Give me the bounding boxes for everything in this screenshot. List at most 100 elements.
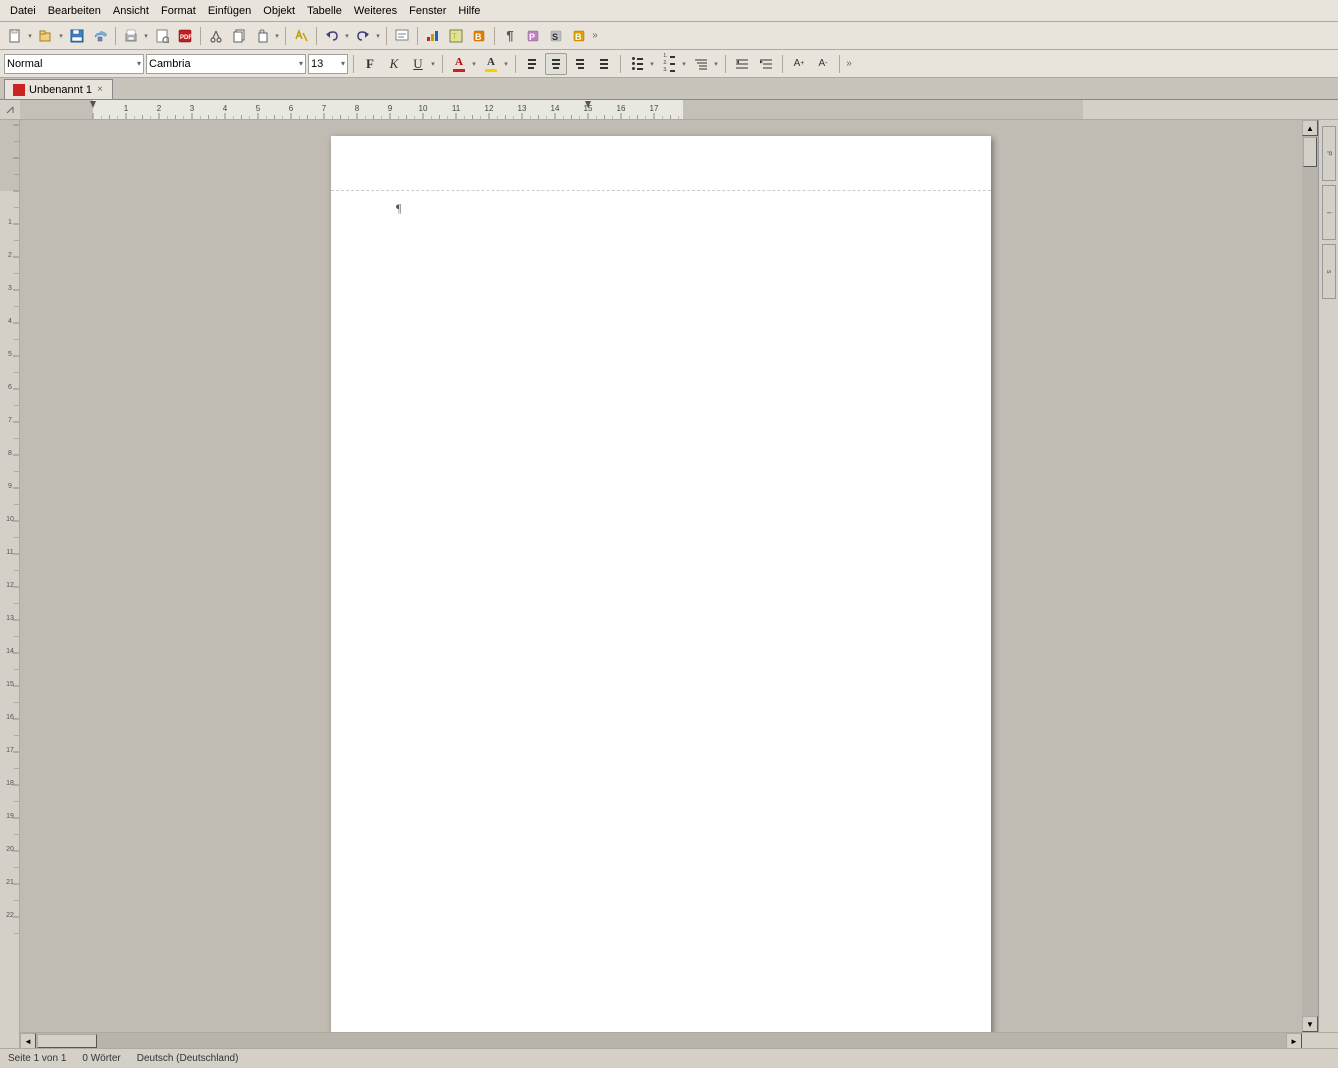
unordered-list-group: ▾ <box>626 53 656 75</box>
align-justify-button[interactable] <box>593 53 615 75</box>
document-tab[interactable]: Unbenannt 1 × <box>4 79 113 99</box>
italic-button[interactable]: K <box>383 53 405 75</box>
ruler-corner[interactable] <box>0 100 20 120</box>
scrollbar-thumb[interactable] <box>1303 137 1317 167</box>
align-justify-icon <box>597 56 611 72</box>
svg-text:13: 13 <box>518 104 527 113</box>
scrollbar-track[interactable] <box>1302 136 1318 1016</box>
menu-datei[interactable]: Datei <box>4 3 42 19</box>
tab-close-button[interactable]: × <box>96 84 104 95</box>
align-right-button[interactable] <box>569 53 591 75</box>
more-toolbar-arrow[interactable]: » <box>591 25 599 47</box>
highlight-button[interactable]: A <box>480 53 502 75</box>
copy-button[interactable] <box>228 25 250 47</box>
print-dropdown-arrow[interactable]: ▾ <box>142 25 150 47</box>
font-size-up-button[interactable]: A+ <box>788 53 810 75</box>
paragraph-marks-btn[interactable]: ¶ <box>499 25 521 47</box>
ordered-list-arrow[interactable]: ▾ <box>680 53 688 75</box>
open-button[interactable] <box>35 25 57 47</box>
more-formatting-arrow[interactable]: » <box>845 53 853 75</box>
font-value: Cambria <box>149 58 297 70</box>
font-color-arrow[interactable]: ▾ <box>470 53 478 75</box>
unordered-list-arrow[interactable]: ▾ <box>648 53 656 75</box>
align-center-icon <box>549 56 563 72</box>
color-bar-yellow <box>485 69 497 72</box>
undo-button[interactable] <box>321 25 343 47</box>
scroll-down-button[interactable]: ▼ <box>1302 1016 1318 1032</box>
decrease-indent-button[interactable] <box>731 53 753 75</box>
menu-einfuegen[interactable]: Einfügen <box>202 3 257 19</box>
align-center-button[interactable] <box>545 53 567 75</box>
sidebar-handle-2[interactable]: i <box>1322 185 1336 240</box>
tab-icon <box>13 84 25 96</box>
menu-tabelle[interactable]: Tabelle <box>301 3 348 19</box>
paste-group: ▾ <box>251 25 281 47</box>
h-scrollbar-track[interactable] <box>36 1033 1286 1048</box>
menu-bearbeiten[interactable]: Bearbeiten <box>42 3 107 19</box>
svg-text:16: 16 <box>617 104 626 113</box>
letter-p-btn[interactable]: P <box>522 25 544 47</box>
unordered-list-button[interactable] <box>626 53 648 75</box>
increase-indent-button[interactable] <box>755 53 777 75</box>
right-scrollbar: ▲ ▼ <box>1302 120 1318 1032</box>
h-scrollbar-thumb[interactable] <box>37 1034 97 1048</box>
font-dropdown[interactable]: Cambria ▾ <box>146 54 306 74</box>
undo-dropdown-arrow[interactable]: ▾ <box>343 25 351 47</box>
print-button[interactable] <box>120 25 142 47</box>
svg-text:16: 16 <box>6 714 14 721</box>
underline-button[interactable]: U <box>407 53 429 75</box>
new-button[interactable] <box>4 25 26 47</box>
ordered-list-button[interactable]: 1. 2. 3. <box>658 53 680 75</box>
align-left-button[interactable] <box>521 53 543 75</box>
sidebar-handle-1[interactable]: P <box>1322 126 1336 181</box>
menu-hilfe[interactable]: Hilfe <box>452 3 486 19</box>
sidebar-handle-3[interactable]: s <box>1322 244 1336 299</box>
special-btn1[interactable]: T <box>445 25 467 47</box>
paste-dropdown-arrow[interactable]: ▾ <box>273 25 281 47</box>
page-body[interactable]: ¶ <box>331 191 991 226</box>
separator-fmt-5 <box>725 55 726 73</box>
zoom-button[interactable] <box>391 25 413 47</box>
save-remote-button[interactable] <box>89 25 111 47</box>
svg-text:2: 2 <box>157 104 162 113</box>
outline-list-button[interactable] <box>690 53 712 75</box>
letter-s-btn[interactable]: S <box>545 25 567 47</box>
menu-weiteres[interactable]: Weiteres <box>348 3 403 19</box>
chart-button[interactable] <box>422 25 444 47</box>
clone-formatting-button[interactable] <box>290 25 312 47</box>
size-dropdown[interactable]: 13 ▾ <box>308 54 348 74</box>
document-scroll-area[interactable]: ¶ <box>20 120 1302 1032</box>
save-button[interactable] <box>66 25 88 47</box>
menu-objekt[interactable]: Objekt <box>257 3 301 19</box>
right-line-2 <box>576 63 584 65</box>
underline-group: U ▾ <box>407 53 437 75</box>
bullet-3 <box>632 67 635 70</box>
scroll-right-button[interactable]: ► <box>1286 1033 1302 1048</box>
font-size-down-button[interactable]: A- <box>812 53 834 75</box>
menu-ansicht[interactable]: Ansicht <box>107 3 155 19</box>
print-preview-button[interactable] <box>151 25 173 47</box>
svg-text:6: 6 <box>289 104 294 113</box>
scroll-up-button[interactable]: ▲ <box>1302 120 1318 136</box>
paste-button[interactable] <box>251 25 273 47</box>
new-dropdown-arrow[interactable]: ▾ <box>26 25 34 47</box>
outline-list-arrow[interactable]: ▾ <box>712 53 720 75</box>
bold-orange-btn[interactable]: B <box>468 25 490 47</box>
redo-dropdown-arrow[interactable]: ▾ <box>374 25 382 47</box>
bold-button[interactable]: F <box>359 53 381 75</box>
redo-button[interactable] <box>352 25 374 47</box>
status-bar: Seite 1 von 1 0 Wörter Deutsch (Deutschl… <box>0 1048 1338 1068</box>
pdf-button[interactable]: PDF <box>174 25 196 47</box>
menu-format[interactable]: Format <box>155 3 202 19</box>
svg-text:B: B <box>575 32 582 42</box>
cut-button[interactable] <box>205 25 227 47</box>
open-dropdown-arrow[interactable]: ▾ <box>57 25 65 47</box>
underline-dropdown-arrow[interactable]: ▾ <box>429 53 437 75</box>
letter-b-right-btn[interactable]: B <box>568 25 590 47</box>
menu-fenster[interactable]: Fenster <box>403 3 452 19</box>
justify-line-3 <box>600 67 608 69</box>
scroll-left-button[interactable]: ◄ <box>20 1033 36 1048</box>
font-color-button[interactable]: A <box>448 53 470 75</box>
style-dropdown[interactable]: Normal ▾ <box>4 54 144 74</box>
highlight-arrow[interactable]: ▾ <box>502 53 510 75</box>
